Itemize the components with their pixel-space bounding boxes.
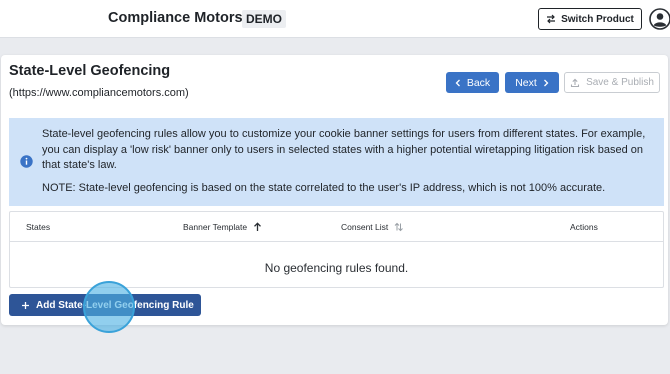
brand-name: Compliance Motors [108, 10, 243, 26]
page-title: State-Level Geofencing [9, 63, 171, 79]
chevron-right-icon [543, 79, 549, 86]
column-header-consent-list[interactable]: Consent List [341, 222, 404, 232]
column-header-states: States [26, 222, 51, 232]
upload-icon [571, 78, 580, 87]
table-header [9, 211, 664, 242]
demo-badge: DEMO [242, 10, 286, 28]
save-publish-button[interactable]: Save & Publish [564, 72, 660, 93]
next-button[interactable]: Next [505, 72, 559, 93]
empty-table-message: No geofencing rules found. [264, 261, 409, 275]
info-description: State-level geofencing rules allow you t… [42, 128, 646, 171]
sort-ascending-icon [254, 222, 262, 231]
switch-arrows-icon [547, 14, 556, 24]
info-note: NOTE: State-level geofencing is based on… [42, 182, 606, 194]
switch-product-label: Switch Product [561, 13, 634, 25]
chevron-left-icon [455, 79, 460, 86]
sort-icon [394, 222, 404, 232]
switch-product-button[interactable]: Switch Product [538, 8, 642, 30]
column-header-banner-template[interactable]: Banner Template [183, 222, 262, 232]
info-icon [20, 155, 33, 168]
user-avatar-icon[interactable] [649, 8, 670, 30]
save-publish-label: Save & Publish [586, 77, 654, 88]
column-header-actions: Actions [570, 222, 598, 232]
plus-icon [22, 301, 29, 309]
page-url: (https://www.compliancemotors.com) [9, 87, 189, 99]
click-highlight [83, 281, 135, 333]
top-bar: Compliance Motors DEMO Switch Product [0, 0, 670, 38]
back-label: Back [466, 76, 491, 89]
next-label: Next [515, 76, 537, 89]
back-button[interactable]: Back [446, 72, 499, 93]
